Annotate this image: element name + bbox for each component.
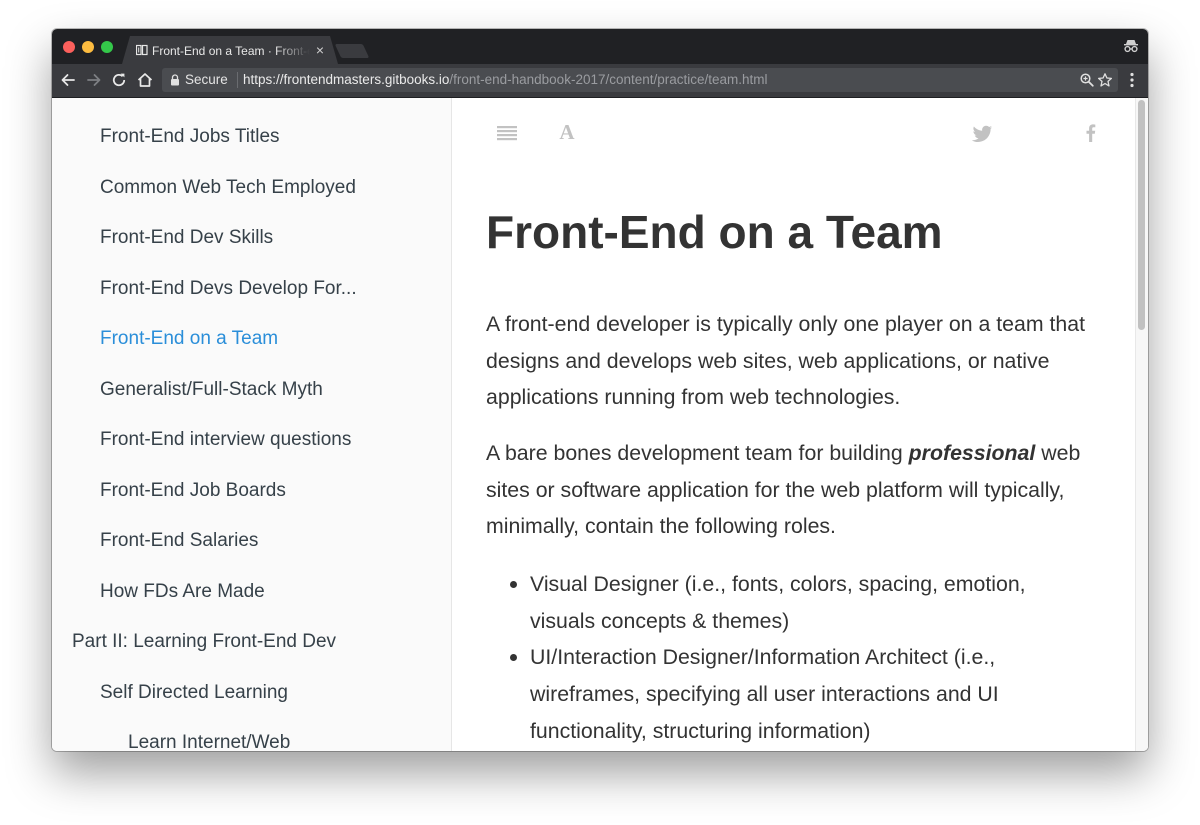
close-icon[interactable]: ×	[313, 43, 327, 57]
secure-label: Secure	[185, 72, 228, 87]
paragraph-intro: A front-end developer is typically only …	[486, 312, 1086, 410]
close-dot-icon[interactable]	[63, 41, 75, 53]
page-scrollbar-thumb[interactable]	[1138, 100, 1145, 330]
new-tab-button[interactable]	[334, 44, 370, 58]
tab-strip: Front-End on a Team · Front-end Develope…	[52, 29, 1148, 64]
browser-window: Front-End on a Team · Front-end Develope…	[52, 29, 1148, 751]
reload-icon[interactable]	[110, 71, 128, 89]
paragraph-team: A bare bones development team for buildi…	[486, 435, 1086, 545]
sidebar-item-part-two[interactable]: Part II: Learning Front-End Dev	[72, 630, 336, 654]
sidebar-item-learn-internet[interactable]: Learn Internet/Web	[128, 731, 290, 751]
list-item: UI/Interaction Designer/Information Arch…	[486, 639, 1086, 749]
book-favicon-icon	[136, 44, 148, 56]
sidebar-item-develop-for[interactable]: Front-End Devs Develop For...	[100, 277, 357, 301]
address-bar[interactable]: Secure https://frontendmasters.gitbooks.…	[162, 68, 1118, 92]
sidebar-item-jobs-titles[interactable]: Front-End Jobs Titles	[100, 125, 280, 149]
toc-icon[interactable]	[496, 122, 518, 144]
sidebar-item-salaries[interactable]: Front-End Salaries	[100, 529, 258, 553]
omnibox-separator	[237, 72, 238, 88]
sidebar-item-generalist[interactable]: Generalist/Full-Stack Myth	[100, 378, 323, 402]
incognito-icon	[1124, 40, 1138, 53]
tab-active[interactable]: Front-End on a Team · Front-end Develope…	[122, 36, 338, 64]
page-title: Front-End on a Team	[486, 206, 943, 258]
sidebar-item-self-directed[interactable]: Self Directed Learning	[100, 681, 288, 705]
page-content: Front-End Jobs Titles Common Web Tech Em…	[52, 98, 1148, 751]
lock-icon	[171, 74, 179, 86]
url-path: /front-end-handbook-2017/content/practic…	[449, 72, 768, 87]
list-item: Visual Designer (i.e., fonts, colors, sp…	[486, 566, 1086, 639]
menu-icon[interactable]	[1125, 71, 1139, 89]
browser-toolbar: Secure https://frontendmasters.gitbooks.…	[52, 64, 1148, 98]
twitter-icon[interactable]	[972, 122, 994, 144]
url-text[interactable]: https://frontendmasters.gitbooks.io/fron…	[243, 72, 768, 88]
sidebar-item-how-fds-made[interactable]: How FDs Are Made	[100, 580, 265, 604]
paragraph-team-text-start: A bare bones development team for buildi…	[486, 441, 909, 465]
sidebar-item-interview-questions[interactable]: Front-End interview questions	[100, 428, 351, 452]
home-icon[interactable]	[136, 71, 154, 89]
sidebar-item-common-web-tech[interactable]: Common Web Tech Employed	[100, 176, 356, 200]
main-article: A Front-End on a Team A front-end develo…	[452, 98, 1148, 751]
zoom-icon[interactable]	[1079, 72, 1095, 88]
sidebar-toc: Front-End Jobs Titles Common Web Tech Em…	[52, 98, 452, 751]
paragraph-team-emphasis: professional	[908, 441, 1036, 465]
star-icon[interactable]	[1097, 72, 1113, 88]
back-arrow-icon[interactable]	[59, 71, 77, 89]
sidebar-item-dev-skills[interactable]: Front-End Dev Skills	[100, 226, 273, 250]
tab-title: Front-End on a Team · Front-end Develope…	[152, 44, 308, 58]
facebook-icon[interactable]	[1080, 122, 1102, 144]
sidebar-item-job-boards[interactable]: Front-End Job Boards	[100, 479, 286, 503]
maximize-dot-icon[interactable]	[101, 41, 113, 53]
font-settings-icon[interactable]: A	[556, 120, 578, 144]
url-host: https://frontendmasters.gitbooks.io	[243, 72, 450, 87]
minimize-dot-icon[interactable]	[82, 41, 94, 53]
sidebar-item-on-a-team[interactable]: Front-End on a Team	[100, 327, 278, 351]
forward-arrow-icon[interactable]	[85, 71, 103, 89]
roles-list: Visual Designer (i.e., fonts, colors, sp…	[486, 566, 1086, 750]
